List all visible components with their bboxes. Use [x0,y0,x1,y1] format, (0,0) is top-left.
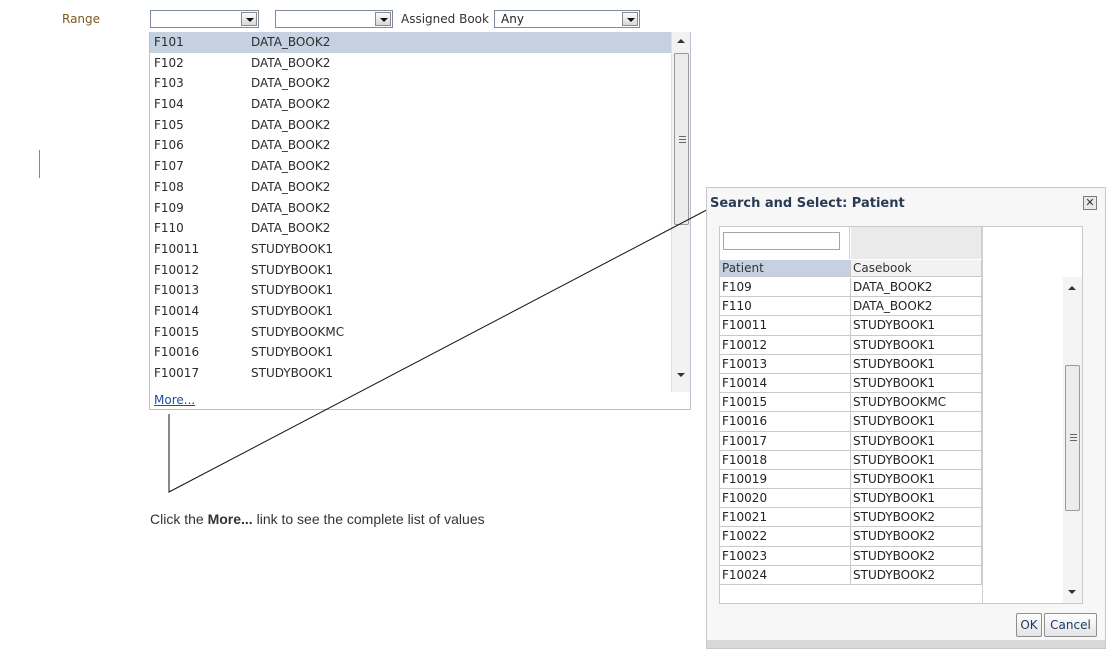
cell-patient: F10023 [720,546,851,566]
table-row[interactable]: F10018 STUDYBOOK1 [720,450,982,470]
callout-bold: More... [207,511,253,527]
cell-casebook: STUDYBOOK1 [851,450,982,470]
patient-filter-input[interactable] [723,232,840,250]
cancel-button[interactable]: Cancel [1044,613,1097,637]
cell-patient: F109 [720,278,851,298]
cell-patient: F10021 [720,508,851,528]
cell-patient: F10015 [720,393,851,413]
cell-patient: F10013 [720,354,851,374]
scrollbar-thumb[interactable] [1065,365,1080,511]
cell-casebook: STUDYBOOK1 [851,316,982,336]
cell-patient: F10012 [720,335,851,355]
cell-casebook: STUDYBOOK2 [851,527,982,547]
cell-patient: F10022 [720,527,851,547]
cell-casebook: DATA_BOOK2 [851,297,982,317]
table-row[interactable]: F10016 STUDYBOOK1 [720,412,982,432]
filter-cell-patient [720,227,850,259]
callout-prefix: Click the [150,511,208,527]
cell-patient: F10024 [720,565,851,585]
cell-patient: F10019 [720,469,851,490]
cell-casebook: STUDYBOOK1 [851,431,982,451]
cell-casebook: STUDYBOOK1 [851,335,982,355]
table-row[interactable]: F10012 STUDYBOOK1 [720,335,982,355]
callout-suffix: link to see the complete list of values [252,511,485,527]
cell-casebook: STUDYBOOK2 [851,565,982,585]
table-header: Patient Casebook [720,260,982,277]
table-row[interactable]: F10022 STUDYBOOK2 [720,527,982,547]
scroll-up-icon[interactable] [1068,286,1076,290]
search-select-dialog: Search and Select: Patient ✕ Patient Cas… [706,187,1106,649]
cell-casebook: DATA_BOOK2 [851,278,982,298]
results-table: Patient Casebook F109 DATA_BOOK2 F110 DATA_… [719,226,1083,604]
cell-patient: F10011 [720,316,851,336]
cell-casebook: STUDYBOOK1 [851,469,982,490]
cell-patient: F110 [720,297,851,317]
cell-casebook: STUDYBOOK2 [851,546,982,566]
table-row[interactable]: F10014 STUDYBOOK1 [720,373,982,394]
cell-casebook: STUDYBOOK2 [851,508,982,528]
ok-button[interactable]: OK [1016,613,1042,637]
cell-casebook: STUDYBOOK1 [851,354,982,374]
cell-patient: F10017 [720,431,851,451]
table-row[interactable]: F10013 STUDYBOOK1 [720,354,982,374]
cell-casebook: STUDYBOOK1 [851,412,982,432]
cell-casebook: STUDYBOOK1 [851,489,982,509]
grip-line [1070,440,1077,441]
cell-patient: F10016 [720,412,851,432]
table-row[interactable]: F10017 STUDYBOOK1 [720,431,982,451]
cell-casebook: STUDYBOOK1 [851,373,982,394]
cell-casebook: STUDYBOOKMC [851,393,982,413]
table-row[interactable]: F10021 STUDYBOOK2 [720,508,982,528]
close-icon[interactable]: ✕ [1083,196,1097,210]
dialog-footer [707,640,1105,648]
table-row[interactable]: F110 DATA_BOOK2 [720,297,982,317]
column-header-casebook[interactable]: Casebook [851,260,982,277]
dialog-title: Search and Select: Patient [710,196,905,211]
cell-patient: F10020 [720,489,851,509]
scroll-down-icon[interactable] [1068,590,1076,594]
table-row[interactable]: F109 DATA_BOOK2 [720,278,982,298]
results-scrollbar[interactable] [1063,277,1082,603]
table-row[interactable]: F10019 STUDYBOOK1 [720,469,982,490]
column-divider [982,227,983,603]
table-row[interactable]: F10024 STUDYBOOK2 [720,565,982,585]
callout-text: Click the More... link to see the comple… [150,511,485,527]
table-row[interactable]: F10020 STUDYBOOK1 [720,489,982,509]
column-header-patient[interactable]: Patient [720,260,851,277]
table-rows: F109 DATA_BOOK2 F110 DATA_BOOK2 F10011 STUDYB… [720,278,982,585]
grip-line [1070,437,1077,438]
filter-cell-casebook [851,227,982,259]
cell-patient: F10018 [720,450,851,470]
table-row[interactable]: F10023 STUDYBOOK2 [720,546,982,566]
callout-line [168,203,719,493]
table-row[interactable]: F10011 STUDYBOOK1 [720,316,982,336]
table-row[interactable]: F10015 STUDYBOOKMC [720,393,982,413]
grip-line [1070,434,1077,435]
cell-patient: F10014 [720,373,851,394]
